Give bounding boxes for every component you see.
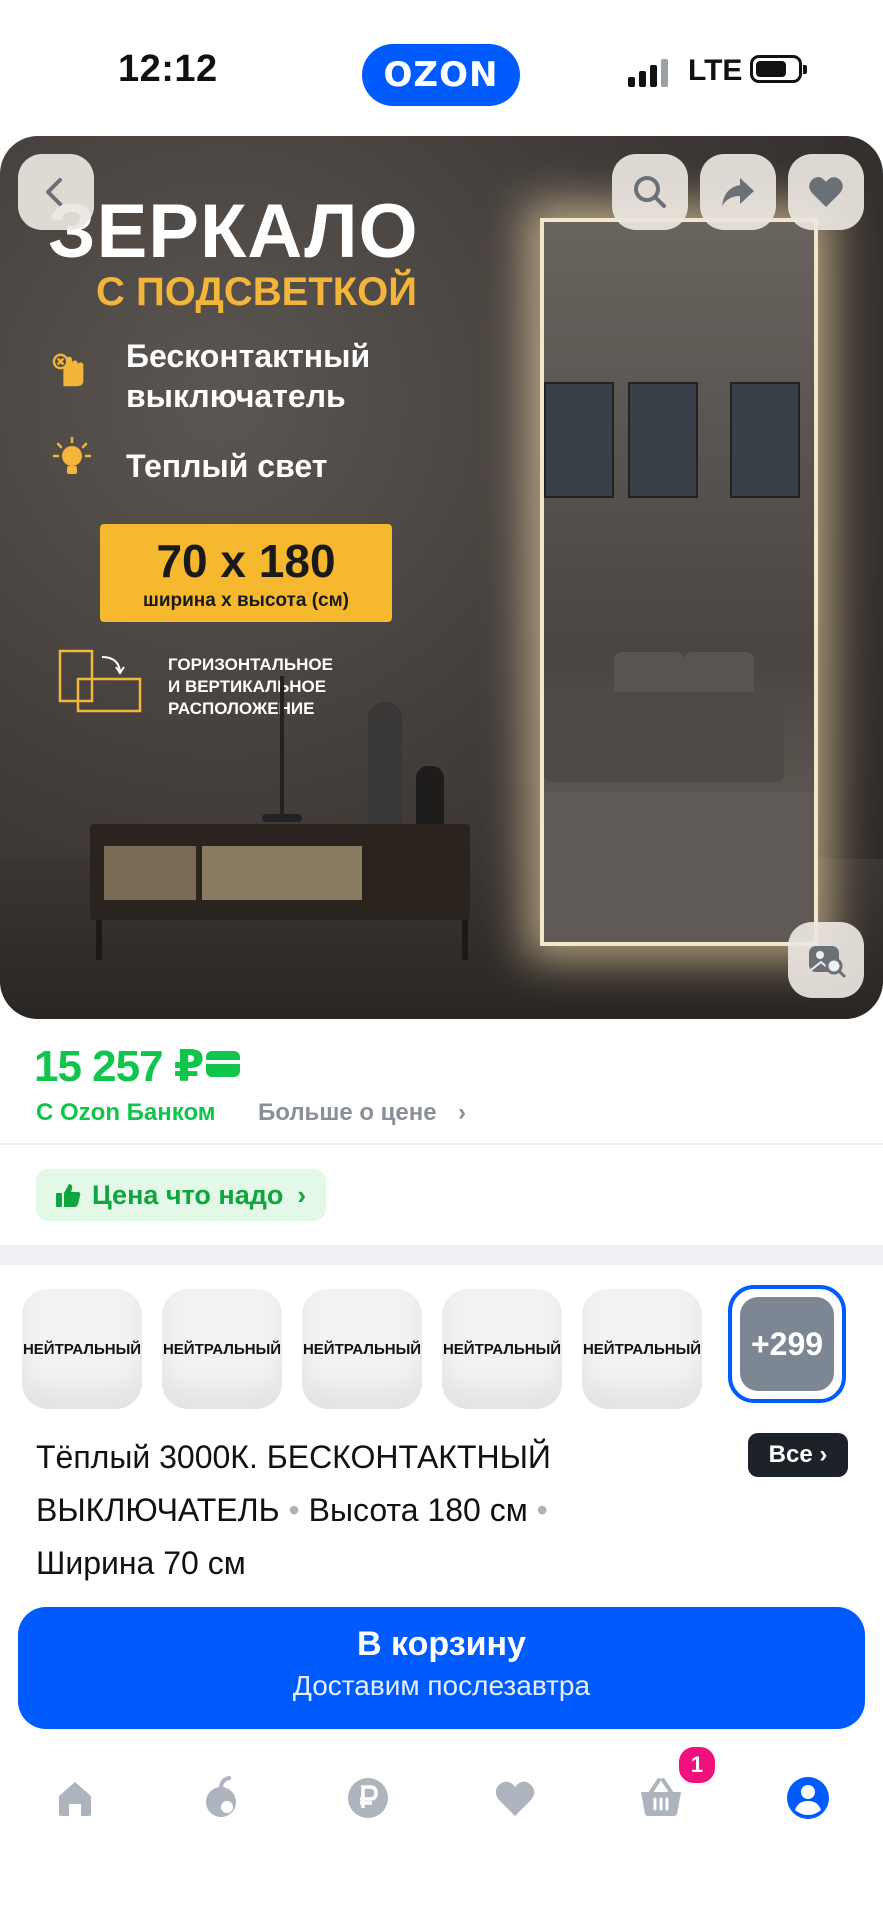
price-section: 15 257 ₽ С Ozon Банком Больше о цене › [0, 1019, 883, 1143]
separator-dot: • [288, 1492, 300, 1528]
promo-section: Цена что надо › [0, 1145, 883, 1245]
section-gap [0, 1245, 883, 1265]
touchless-hand-icon [52, 353, 84, 387]
variant-text-part1: Тёплый 3000К. БЕСКОНТАКТНЫЙ [36, 1439, 551, 1475]
favorites-icon [495, 1781, 535, 1816]
cart-icon [641, 1778, 681, 1816]
variant-swatch[interactable]: НЕЙТРАЛЬНЫЙ [582, 1289, 702, 1409]
variant-swatch-label: НЕЙТРАЛЬНЫЙ [582, 1340, 702, 1358]
bulb-icon [52, 436, 92, 474]
tab-favorites[interactable] [487, 1770, 543, 1826]
orientation-text: ГОРИЗОНТАЛЬНОЕ И ВЕРТИКАЛЬНОЕ РАСПОЛОЖЕН… [168, 654, 333, 720]
share-icon [722, 178, 754, 206]
status-time: 12:12 [118, 48, 218, 90]
size-caption: ширина х высота (см) [142, 590, 349, 611]
thumbs-up-icon [56, 1184, 81, 1207]
visual-search-button[interactable] [788, 922, 864, 998]
finance-icon [348, 1778, 388, 1818]
orientation-line2: И ВЕРТИКАЛЬНОЕ [168, 677, 327, 696]
search-icon [634, 176, 666, 208]
good-price-label: Цена что надо [92, 1179, 284, 1210]
variant-text-part4: Ширина 70 см [36, 1545, 246, 1581]
cart-badge: 1 [676, 1744, 718, 1786]
search-button[interactable] [612, 154, 688, 230]
variant-swatch-label: НЕЙТРАЛЬНЫЙ [22, 1340, 142, 1358]
favorite-button[interactable] [788, 154, 864, 230]
hero-subtitle: С ПОДСВЕТКОЙ [96, 270, 417, 314]
tab-fresh[interactable] [193, 1770, 249, 1826]
visual-search-icon [809, 946, 846, 978]
chevron-right-icon: › [297, 1179, 307, 1210]
tab-profile[interactable] [780, 1770, 836, 1826]
cabinet-leg [96, 920, 102, 960]
signal-icon [628, 57, 670, 87]
share-button[interactable] [700, 154, 776, 230]
feature-touchless-line2: выключатель [126, 378, 346, 414]
variant-swatch[interactable]: НЕЙТРАЛЬНЫЙ [302, 1289, 422, 1409]
status-bar: 12:12 OZON LTE [0, 0, 883, 140]
delivery-label: Доставим послезавтра [292, 1670, 591, 1701]
all-variants-button[interactable]: Все › [748, 1433, 848, 1477]
fresh-icon [206, 1776, 236, 1817]
tab-home[interactable] [47, 1770, 103, 1826]
feature-touchless: Бесконтактный выключатель [126, 336, 370, 416]
variant-swatch[interactable]: НЕЙТРАЛЬНЫЙ [162, 1289, 282, 1409]
lamp-illustration [280, 676, 284, 816]
battery-icon [750, 55, 807, 83]
size-value: 70 x 180 [156, 535, 336, 587]
back-icon [46, 178, 62, 206]
orientation-line1: ГОРИЗОНТАЛЬНОЕ [168, 655, 333, 674]
variant-swatch[interactable]: НЕЙТРАЛЬНЫЙ [22, 1289, 142, 1409]
add-to-cart-button[interactable]: В корзину Доставим послезавтра [18, 1607, 865, 1729]
variant-text-part2: ВЫКЛЮЧАТЕЛЬ [36, 1492, 280, 1528]
home-icon [59, 1782, 91, 1816]
variant-text-part3: Высота 180 см [308, 1492, 528, 1528]
bottom-tab-bar: 1 [0, 1740, 883, 1920]
variant-swatch-label: НЕЙТРАЛЬНЫЙ [302, 1340, 422, 1358]
all-variants-label: Все [768, 1441, 813, 1468]
size-badge: 70 x 180 ширина х высота (см) [100, 524, 392, 622]
more-about-price-link[interactable]: Больше о цене [258, 1099, 437, 1127]
tab-finance[interactable] [340, 1770, 396, 1826]
good-price-badge[interactable]: Цена что надо › [36, 1169, 327, 1221]
heart-icon [809, 177, 843, 207]
variant-section: НЕЙТРАЛЬНЫЙ НЕЙТРАЛЬНЫЙ НЕЙТРАЛЬНЫЙ НЕЙТ… [0, 1265, 883, 1585]
hero-title: ЗЕРКАЛО [48, 189, 419, 274]
orientation-icon [58, 649, 142, 713]
variant-swatch-more[interactable]: +299 [728, 1285, 846, 1403]
ozon-bank-label[interactable]: С Ozon Банком [36, 1099, 216, 1127]
price-value: 15 257 ₽ [34, 1042, 204, 1091]
profile-icon [787, 1777, 829, 1819]
chevron-right-icon: › [819, 1441, 828, 1468]
variant-swatch[interactable]: НЕЙТРАЛЬНЫЙ [442, 1289, 562, 1409]
vase-illustration [368, 702, 402, 826]
vase-illustration-small [416, 766, 444, 826]
product-image[interactable]: ЗЕРКАЛО С ПОДСВЕТКОЙ Бесконтактный выклю… [0, 136, 883, 1019]
chevron-right-icon: › [458, 1099, 466, 1126]
back-button[interactable] [18, 154, 94, 230]
selected-variant-text: Тёплый 3000К. БЕСКОНТАКТНЫЙ ВЫКЛЮЧАТЕЛЬ … [36, 1431, 636, 1590]
cabinet-illustration [90, 824, 470, 920]
feature-touchless-line1: Бесконтактный [126, 338, 371, 374]
network-type: LTE [688, 54, 743, 87]
cabinet-leg [462, 920, 468, 960]
more-variants-count: +299 [740, 1297, 834, 1391]
mirror-illustration [540, 218, 818, 946]
ozon-logo[interactable]: OZON [362, 44, 520, 106]
feature-warm-light: Теплый свет [126, 448, 328, 484]
variant-swatch-label: НЕЙТРАЛЬНЫЙ [442, 1340, 562, 1358]
lamp-base [262, 814, 302, 822]
add-to-cart-label: В корзину [357, 1625, 526, 1663]
separator-dot: • [536, 1492, 548, 1528]
orientation-line3: РАСПОЛОЖЕНИЕ [168, 699, 315, 718]
variant-swatch-label: НЕЙТРАЛЬНЫЙ [162, 1340, 282, 1358]
card-icon [206, 1051, 240, 1077]
